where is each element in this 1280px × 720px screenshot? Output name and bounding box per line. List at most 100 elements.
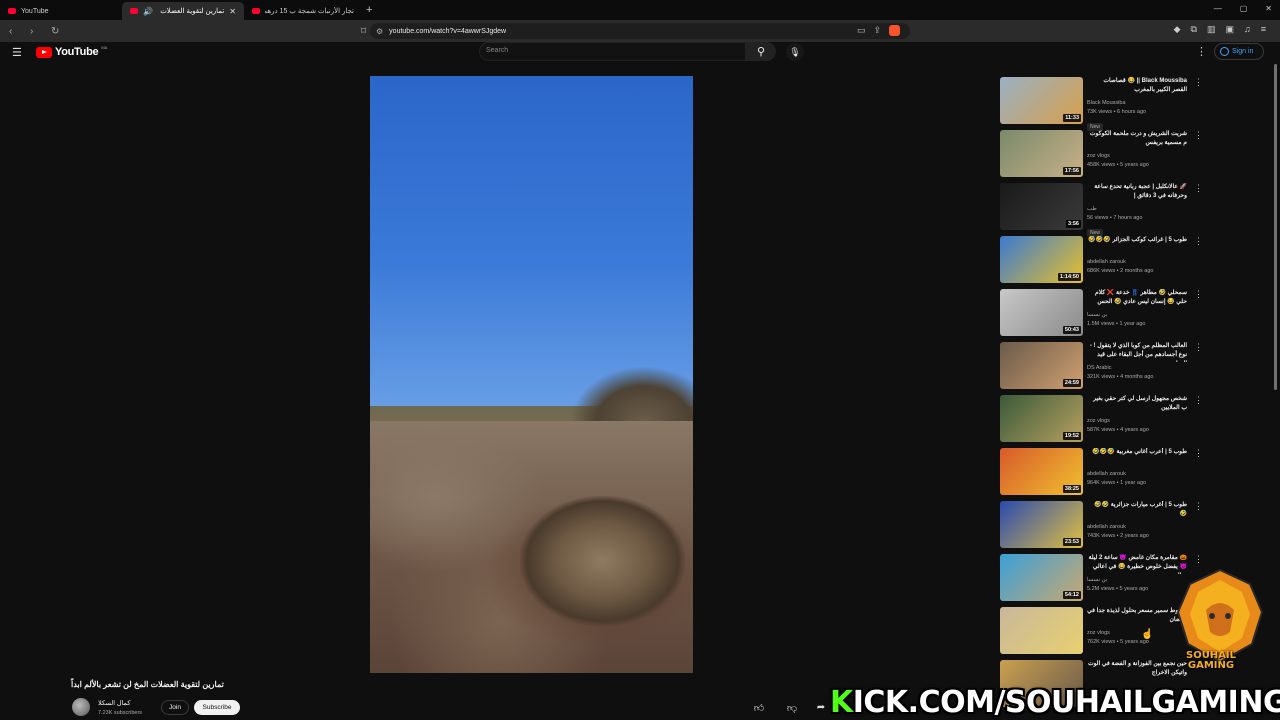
video-thumbnail[interactable]: 1:14:50	[1000, 236, 1083, 283]
more-actions-icon[interactable]: ⋮	[1194, 395, 1203, 406]
channel-avatar[interactable]	[72, 698, 90, 716]
related-video-title[interactable]: 🚀 عالانكلبل | عجبة ربانية تحدع ساعة وحرف…	[1087, 183, 1187, 203]
related-video-channel[interactable]: zoz vlogs	[1087, 418, 1187, 424]
scrollbar-thumb[interactable]	[1274, 64, 1277, 390]
back-icon[interactable]: ‹	[9, 26, 21, 37]
more-actions-icon[interactable]: ⋮	[1194, 236, 1203, 247]
related-video-channel[interactable]: طب	[1087, 206, 1187, 212]
related-video-item[interactable]: 17:56 شريت الشريش و درت ملحمة الكوكوت م م…	[1000, 130, 1203, 178]
browser-tab[interactable]: تجار الأرنبات شمجة ب 15 درهم 🤩 وارك	[244, 2, 362, 20]
more-actions-icon[interactable]: ⋮	[1194, 289, 1203, 300]
brave-shield-icon[interactable]	[889, 25, 900, 36]
subscribe-button[interactable]: Subscribe	[194, 700, 240, 715]
video-duration: 54:12	[1062, 591, 1081, 599]
speaker-icon[interactable]: 🔊	[143, 7, 153, 16]
related-video-title[interactable]: طوب 5 | غرائب كوكب الجزائر 🤣🤣🤣	[1087, 236, 1187, 256]
youtube-favicon-icon	[130, 8, 138, 14]
related-video-title[interactable]: طوب 5 | أغرب ميارات جزائرية 🤣🤣🤣	[1087, 501, 1187, 521]
related-video-item[interactable]: 38:25 طوب 5 | أعرب أغاني مغربية 🤣🤣🤣 abdell…	[1000, 448, 1203, 496]
related-video-channel[interactable]: zoz vlogs	[1087, 153, 1187, 159]
related-video-title[interactable]: شريت الشريش و درت ملحمة الكوكوت م مسمية …	[1087, 130, 1187, 150]
video-player[interactable]	[370, 76, 693, 673]
wallet-icon[interactable]: ▣	[1225, 24, 1234, 35]
more-actions-icon[interactable]: ⋮	[1194, 130, 1203, 141]
brand-line-2: GAMING	[1187, 660, 1235, 671]
extensions-puzzle-icon[interactable]: ⧉	[1191, 24, 1197, 35]
more-actions-icon[interactable]: ⋮	[1194, 342, 1203, 353]
media-icon[interactable]: ♫	[1244, 24, 1251, 35]
hamburger-menu-icon[interactable]: ☰	[12, 46, 22, 59]
sidebar-toggle-icon[interactable]: ▥	[1207, 24, 1216, 35]
more-actions-icon[interactable]: ⋮	[1194, 448, 1203, 459]
related-video-item[interactable]: 23:53 طوب 5 | أغرب ميارات جزائرية 🤣🤣🤣 abde…	[1000, 501, 1203, 549]
browser-tab-active[interactable]: 🔊 تمارين لتقوية العضلات المخ لن ✕	[122, 2, 244, 20]
video-thumbnail[interactable]: 23:53	[1000, 501, 1083, 548]
video-thumbnail[interactable]: 38:25	[1000, 448, 1083, 495]
youtube-logo[interactable]: YouTube MA	[36, 45, 107, 58]
video-thumbnail[interactable]: 3:56	[1000, 183, 1083, 230]
close-window-icon[interactable]: ✕	[1265, 4, 1272, 13]
video-thumbnail[interactable]: 24:59	[1000, 342, 1083, 389]
share-page-icon[interactable]: ⇪	[873, 25, 881, 36]
related-video-title[interactable]: طوب 5 | أعرب أغاني مغربية 🤣🤣🤣	[1087, 448, 1187, 468]
related-video-item[interactable]: 50:43 سمحلي 🤣 مطاهر 👖 خدعة ❌ كلام حلي 😂 إ…	[1000, 289, 1203, 337]
related-video-item[interactable]: 19:52 شخص مجهول ارسل لي كتر حقي بغير ب ال…	[1000, 395, 1203, 443]
related-video-channel[interactable]: بن نسسا	[1087, 312, 1187, 318]
related-video-item[interactable]: 3:56 🚀 عالانكلبل | عجبة ربانية تحدع ساعة …	[1000, 183, 1203, 237]
search-button[interactable]: ⚲	[746, 42, 776, 61]
share-icon: ➦	[816, 702, 826, 713]
video-thumbnail[interactable]: 17:56	[1000, 130, 1083, 177]
new-tab-icon[interactable]: +	[366, 4, 372, 16]
cast-icon[interactable]: ▭	[857, 25, 866, 36]
extension-icon[interactable]: ◆	[1174, 24, 1181, 35]
video-thumbnail[interactable]: 54:12	[1000, 554, 1083, 601]
reload-icon[interactable]: ↻	[51, 26, 63, 37]
browser-tab[interactable]: YouTube	[0, 2, 122, 20]
related-video-item[interactable]: طبلوط سمير مسعر بحلول لذيذة جدا في رمضان…	[1000, 607, 1203, 655]
related-video-channel[interactable]: DS Arabic	[1087, 365, 1187, 371]
more-actions-icon[interactable]: ⋮	[1194, 77, 1203, 88]
close-tab-icon[interactable]: ✕	[229, 7, 236, 16]
related-video-item[interactable]: 24:59 العالب المظلم من كوبا الذي لا يتقول…	[1000, 342, 1203, 390]
video-frame-sky	[370, 76, 693, 416]
related-video-title[interactable]: شخص مجهول ارسل لي كتر حقي بغير ب الملايي…	[1087, 395, 1187, 415]
thumbs-down-icon: 👎︎	[786, 702, 798, 714]
site-info-icon[interactable]: ⚙	[376, 27, 383, 36]
video-thumbnail[interactable]: 11:33	[1000, 77, 1083, 124]
video-thumbnail[interactable]: 19:52	[1000, 395, 1083, 442]
share-button[interactable]: ➦	[811, 700, 831, 715]
dislike-button[interactable]: 👎︎	[782, 700, 802, 715]
search-input[interactable]: Search	[479, 42, 746, 61]
related-video-info: Black Moussiba || 😂 قصاصات القصر الكبير …	[1087, 77, 1187, 133]
more-actions-icon[interactable]: ⋮	[1194, 183, 1203, 194]
related-video-item[interactable]: 11:33 Black Moussiba || 😂 قصاصات القصر ال…	[1000, 77, 1203, 131]
related-video-channel[interactable]: abdellah zarouk	[1087, 524, 1187, 530]
video-thumbnail[interactable]	[1000, 607, 1083, 654]
more-actions-icon[interactable]: ⋮	[1194, 501, 1203, 512]
video-title: تمارين لتقوية العضلات المخ لن تشعر بالأل…	[71, 680, 224, 689]
related-video-info: 🚀 عالانكلبل | عجبة ربانية تحدع ساعة وحرف…	[1087, 183, 1187, 239]
forward-icon[interactable]: ›	[30, 26, 42, 37]
join-button[interactable]: Join	[161, 700, 189, 715]
address-bar[interactable]: ⚙ youtube.com/watch?v=4awwrSJgdew ▭ ⇪	[370, 23, 910, 39]
settings-more-icon[interactable]: ⋮	[1196, 45, 1207, 58]
url-text[interactable]: youtube.com/watch?v=4awwrSJgdew	[389, 28, 506, 35]
window-controls: — ▢ ✕	[1214, 4, 1272, 13]
maximize-icon[interactable]: ▢	[1240, 4, 1248, 13]
voice-search-button[interactable]: 🎙	[786, 43, 804, 61]
related-video-title[interactable]: سمحلي 🤣 مطاهر 👖 خدعة ❌ كلام حلي 😂 إنسان …	[1087, 289, 1187, 309]
related-video-channel[interactable]: abdellah zarouk	[1087, 259, 1187, 265]
minimize-icon[interactable]: —	[1214, 4, 1222, 13]
related-video-channel[interactable]: abdellah zarouk	[1087, 471, 1187, 477]
related-video-title[interactable]: العالب المظلم من كوبا الذي لا يتقول ! - …	[1087, 342, 1187, 362]
related-video-item[interactable]: 1:14:50 طوب 5 | غرائب كوكب الجزائر 🤣🤣🤣 abd…	[1000, 236, 1203, 284]
more-actions-icon[interactable]: ⋮	[1194, 554, 1203, 565]
video-thumbnail[interactable]: 50:43	[1000, 289, 1083, 336]
like-button[interactable]: 👍︎	[749, 700, 769, 715]
menu-icon[interactable]: ≡	[1261, 24, 1266, 35]
channel-name[interactable]: كمال السكلا	[98, 699, 130, 707]
related-video-title[interactable]: Black Moussiba || 😂 قصاصات القصر الكبير …	[1087, 77, 1187, 97]
sign-in-button[interactable]: Sign in	[1214, 43, 1264, 60]
related-video-channel[interactable]: Black Moussiba	[1087, 100, 1187, 106]
related-video-item[interactable]: 54:12 🎃 مقامرة مكان غامض 😈 ساعة 2 ليلة 😈 …	[1000, 554, 1203, 602]
